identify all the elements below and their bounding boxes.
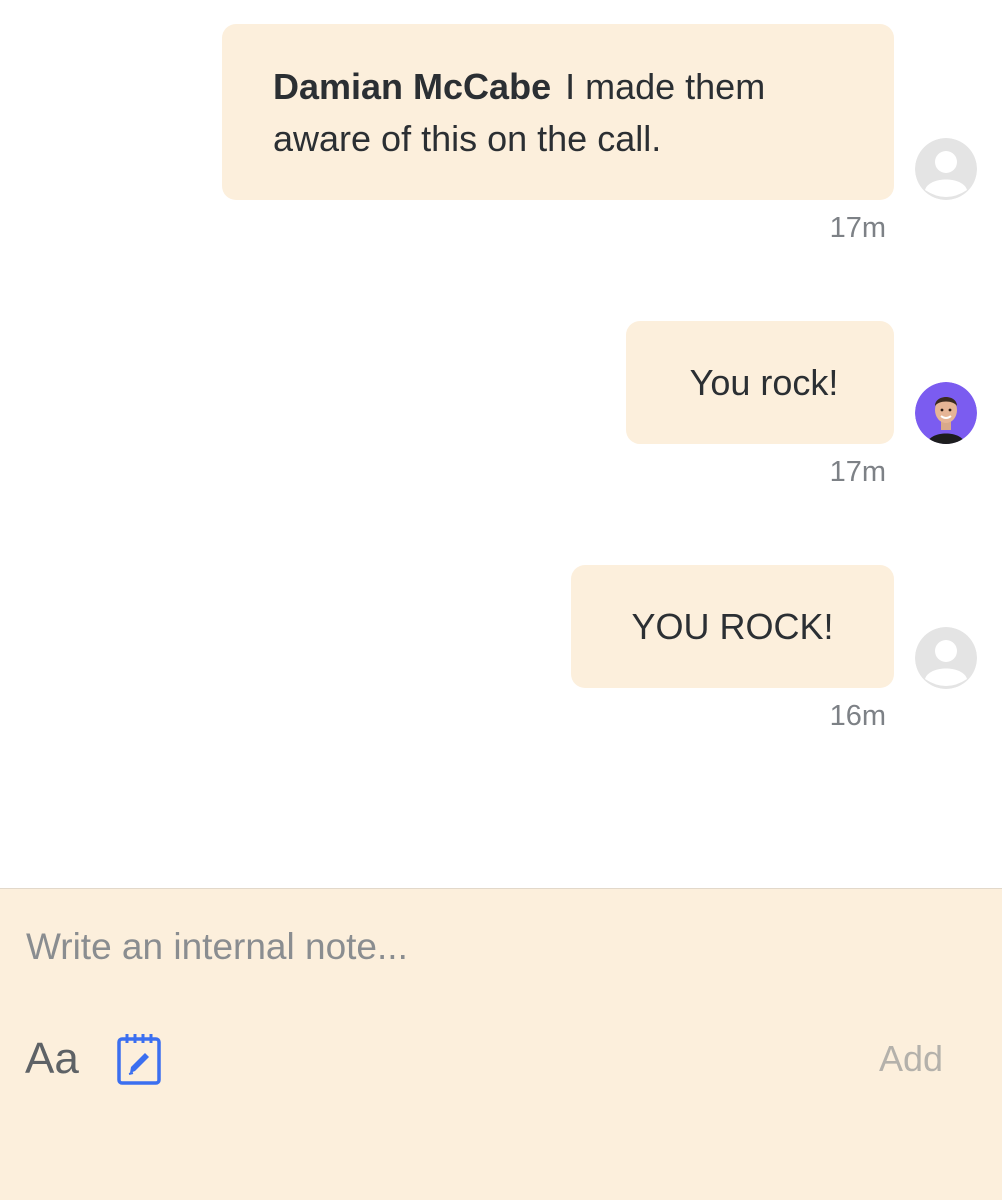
note-composer: Aa Add: [0, 888, 1002, 1200]
message-timestamp: 17m: [829, 456, 886, 488]
message-text: You rock!: [689, 362, 839, 403]
message-bubble: YOU ROCK!: [571, 565, 894, 688]
message-author: Damian McCabe: [273, 66, 552, 107]
default-avatar-icon[interactable]: [915, 627, 977, 689]
message-timestamp: 17m: [829, 212, 886, 244]
notepad-icon[interactable]: [116, 1032, 162, 1086]
internal-note-input[interactable]: [26, 917, 926, 977]
photo-avatar[interactable]: [915, 382, 977, 444]
message-bubble: Damian McCabe I made them aware of this o…: [222, 24, 894, 200]
text-format-button[interactable]: Aa: [25, 1029, 79, 1089]
add-note-button[interactable]: Add: [879, 1034, 943, 1084]
message-bubble: You rock!: [626, 321, 894, 444]
message-timestamp: 16m: [829, 700, 886, 732]
message-text: YOU ROCK!: [631, 606, 834, 647]
message-thread: Damian McCabe I made them aware of this o…: [0, 0, 1002, 888]
default-avatar-icon[interactable]: [915, 138, 977, 200]
